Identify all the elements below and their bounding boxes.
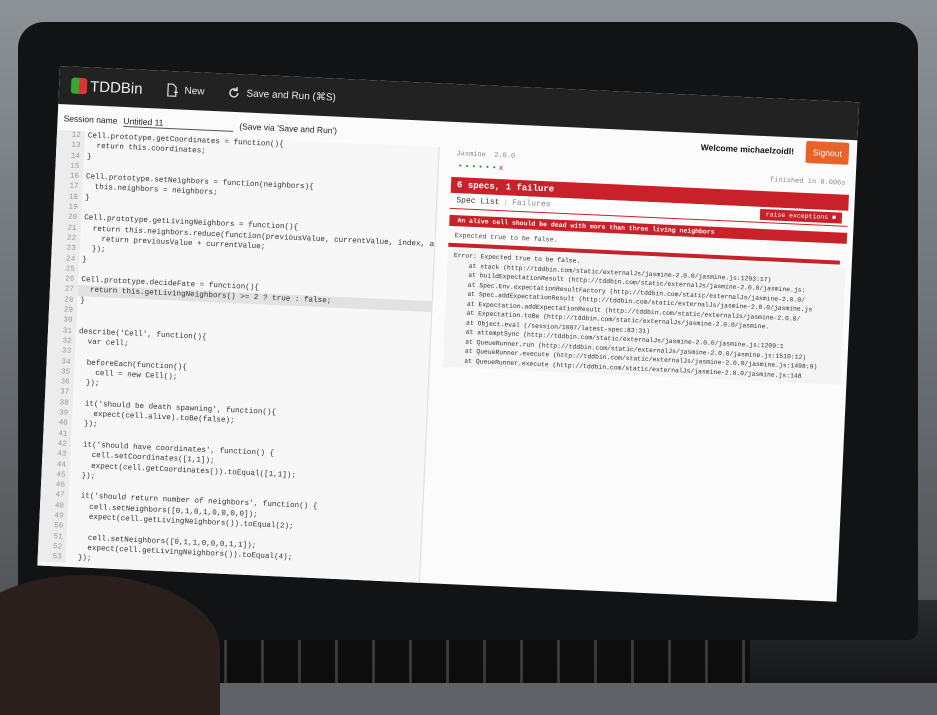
signout-button[interactable]: Signout (805, 140, 850, 165)
jasmine-results: Jasmine 2.0.0 ••••••x finished in 0.006s… (442, 150, 850, 408)
tab-failures[interactable]: Failures (512, 199, 551, 210)
failed-dot: x (498, 164, 506, 174)
app-screen: TDDBin New Save and Run (⌘S) Session nam… (37, 66, 860, 602)
code-text: } (82, 255, 87, 264)
code-text: } (86, 152, 92, 162)
new-file-icon (166, 83, 178, 97)
spec-dots: ••••••x (452, 158, 512, 176)
new-button-label: New (184, 85, 205, 98)
line-number: 53 (37, 551, 66, 564)
logo-text: TDDBin (89, 77, 143, 98)
session-hint: (Save via 'Save and Run') (239, 121, 338, 136)
new-button[interactable]: New (164, 83, 205, 99)
refresh-icon (228, 87, 239, 98)
code-text: }); (74, 420, 98, 430)
welcome-text: Welcome michaelzoidl! (700, 142, 795, 157)
finished-time: finished in 0.006s (769, 175, 846, 188)
session-name-label: Session name (63, 113, 118, 126)
raise-exceptions-toggle[interactable]: raise exceptions ■ (759, 208, 843, 224)
checkbox-icon: ■ (831, 214, 837, 222)
passed-dots: •••••• (457, 162, 499, 173)
code-editor[interactable]: 12 Cell.prototype.getCoordinates = functi… (37, 129, 440, 583)
save-run-button[interactable]: Save and Run (⌘S) (226, 86, 336, 105)
code-text: }); (76, 379, 100, 389)
save-run-label: Save and Run (⌘S) (246, 87, 337, 104)
code-text: } (80, 296, 86, 306)
logo[interactable]: TDDBin (70, 77, 143, 98)
raise-exceptions-label: raise exceptions (765, 211, 829, 221)
code-text: } (84, 194, 90, 203)
tab-separator: | (503, 199, 509, 208)
tddbin-logo-icon (70, 77, 88, 95)
code-text: }); (72, 471, 96, 481)
stack-trace: Error: Expected true to be false. at sta… (442, 248, 846, 385)
session-name-input[interactable] (123, 115, 234, 132)
tab-spec-list[interactable]: Spec List (456, 196, 500, 207)
code-text: }); (68, 554, 92, 564)
